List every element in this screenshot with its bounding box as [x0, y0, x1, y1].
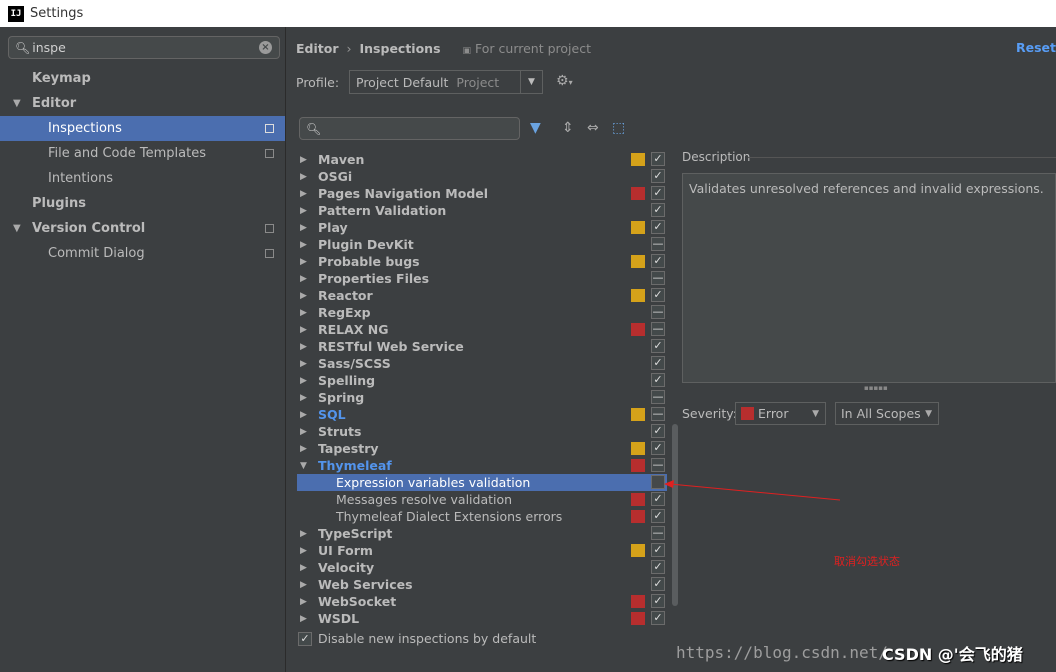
watermark-csdn: CSDN @'会飞的猪: [882, 645, 1023, 664]
annotation-line: [669, 483, 841, 501]
annotation-arrow: [664, 480, 841, 501]
annotation-text: 取消勾选状态: [834, 555, 900, 568]
annotation-arrowhead: [664, 480, 674, 488]
watermark-url: https://blog.csdn.net/: [676, 643, 888, 662]
